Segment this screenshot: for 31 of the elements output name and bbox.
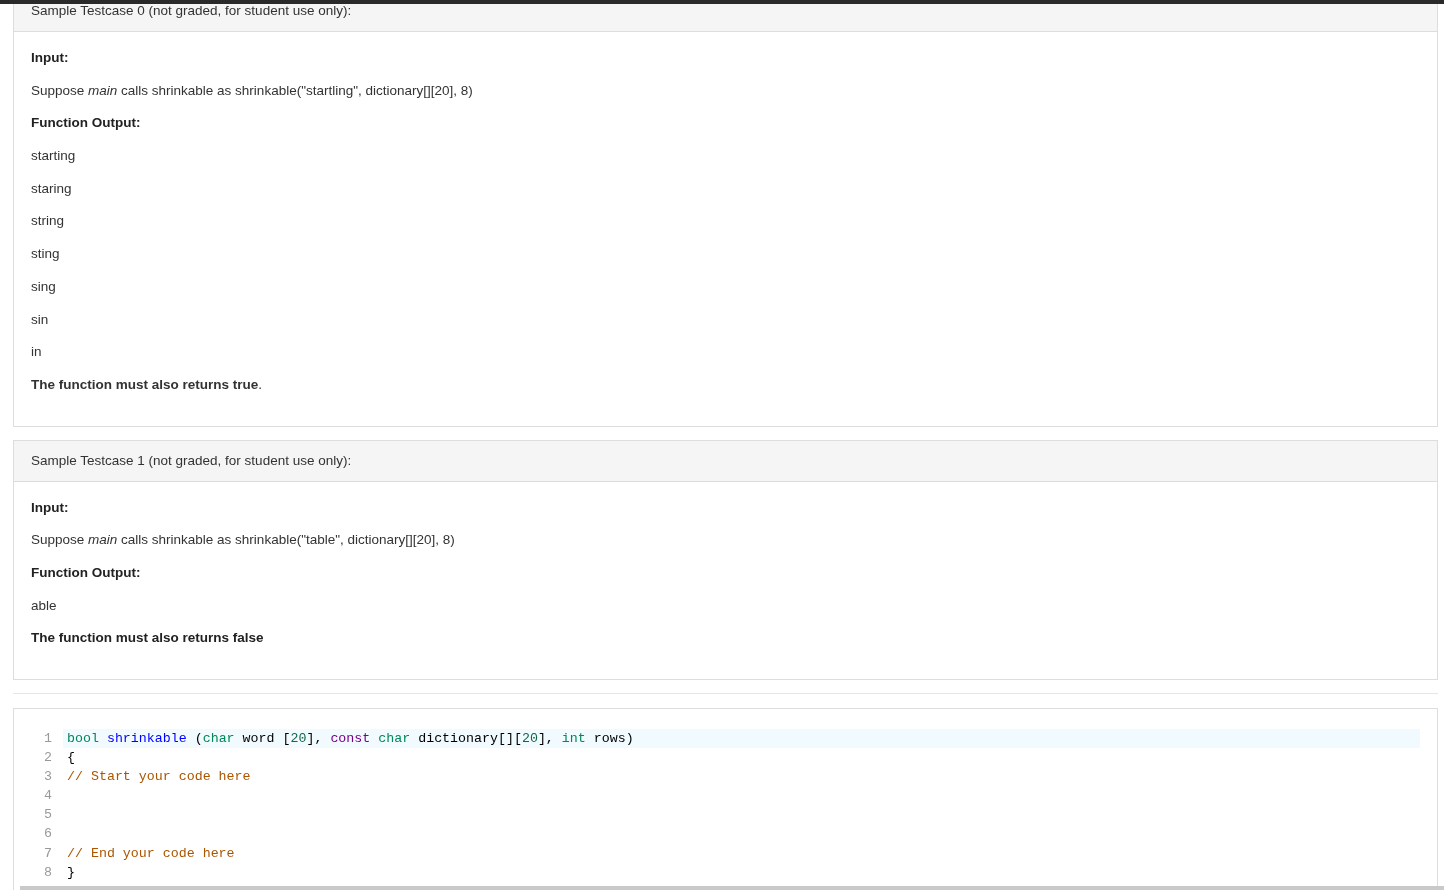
output-line: sting bbox=[31, 245, 60, 264]
code-line: } bbox=[66, 863, 76, 882]
output-line: sing bbox=[31, 277, 56, 296]
line-number: 6 bbox=[44, 826, 52, 842]
section-label: Function Output: bbox=[31, 563, 141, 582]
output-line: able bbox=[31, 596, 57, 615]
horizontal-scrollbar[interactable] bbox=[20, 886, 1444, 890]
paragraph-text: The function must also returns true. bbox=[31, 375, 263, 394]
line-number: 4 bbox=[44, 788, 52, 804]
result-statement: The function must also returns false bbox=[31, 629, 264, 648]
testcase-title: Sample Testcase 1 (not graded, for student use only): bbox=[31, 451, 352, 470]
section-label: Input: bbox=[31, 49, 69, 67]
testcase-title: Sample Testcase 0 (not graded, for student use only): bbox=[31, 2, 352, 20]
line-number: 7 bbox=[44, 845, 52, 861]
output-line: starting bbox=[31, 147, 76, 166]
code-line: // End your code here bbox=[66, 844, 236, 863]
line-number: 5 bbox=[44, 807, 52, 823]
line-number: 2 bbox=[44, 750, 52, 766]
output-line: sin bbox=[31, 310, 49, 329]
output-line: in bbox=[31, 343, 42, 362]
output-line: staring bbox=[31, 179, 72, 198]
code-line: { bbox=[66, 749, 76, 768]
paragraph-text: Suppose main calls shrinkable as shrinkable("startling", dictionary[][20], 8) bbox=[31, 81, 473, 100]
section-label: Function Output: bbox=[31, 114, 141, 133]
line-number: 8 bbox=[44, 864, 52, 880]
code-line: // Start your code here bbox=[66, 768, 252, 787]
line-number: 3 bbox=[44, 769, 52, 785]
output-line: string bbox=[31, 212, 64, 231]
paragraph-text: Suppose main calls shrinkable as shrinkable("table", dictionary[][20], 8) bbox=[31, 531, 455, 550]
section-label: Input: bbox=[31, 498, 69, 517]
line-number: 1 bbox=[44, 731, 52, 746]
